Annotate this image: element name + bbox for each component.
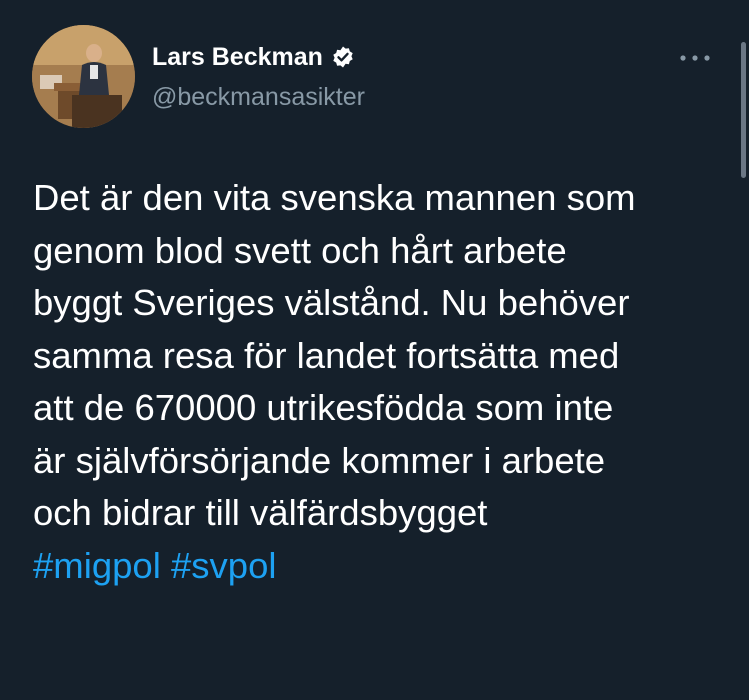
author-handle[interactable]: @beckmansasikter [152, 82, 365, 112]
hashtag-link[interactable]: #migpol [33, 545, 161, 586]
tweet-text-line: genom blod svett och hårt arbete [33, 229, 567, 271]
more-horizontal-icon [680, 55, 710, 61]
more-options-icon[interactable] [678, 46, 712, 66]
scrollbar[interactable] [741, 42, 746, 178]
tweet-card: Lars Beckman @beckmansasikter Det är den… [0, 0, 749, 700]
tweet-text-line: och bidrar till välfärdsbygget [33, 492, 488, 533]
tweet-text-line: att de 670000 utrikesfödda som inte [33, 387, 614, 428]
author-name-row[interactable]: Lars Beckman [152, 42, 355, 72]
tweet-text-line: Det är den vita svenska mannen som [33, 177, 636, 218]
tweet-text-line: byggt Sveriges välstånd. Nu behöver [33, 282, 630, 323]
tweet-text: Det är den vita svenska mannen som genom… [33, 172, 733, 592]
verified-badge-icon [333, 46, 353, 68]
avatar[interactable] [32, 25, 135, 128]
avatar-photo-icon [32, 25, 135, 128]
tweet-text-line: samma resa för landet fortsätta med [33, 334, 620, 376]
author-display-name[interactable]: Lars Beckman [152, 42, 323, 72]
hashtag-line: #migpol #svpol [33, 540, 733, 593]
hashtag-link[interactable]: #svpol [171, 545, 277, 586]
tweet-text-line: är självförsörjande kommer i arbete [33, 439, 606, 481]
